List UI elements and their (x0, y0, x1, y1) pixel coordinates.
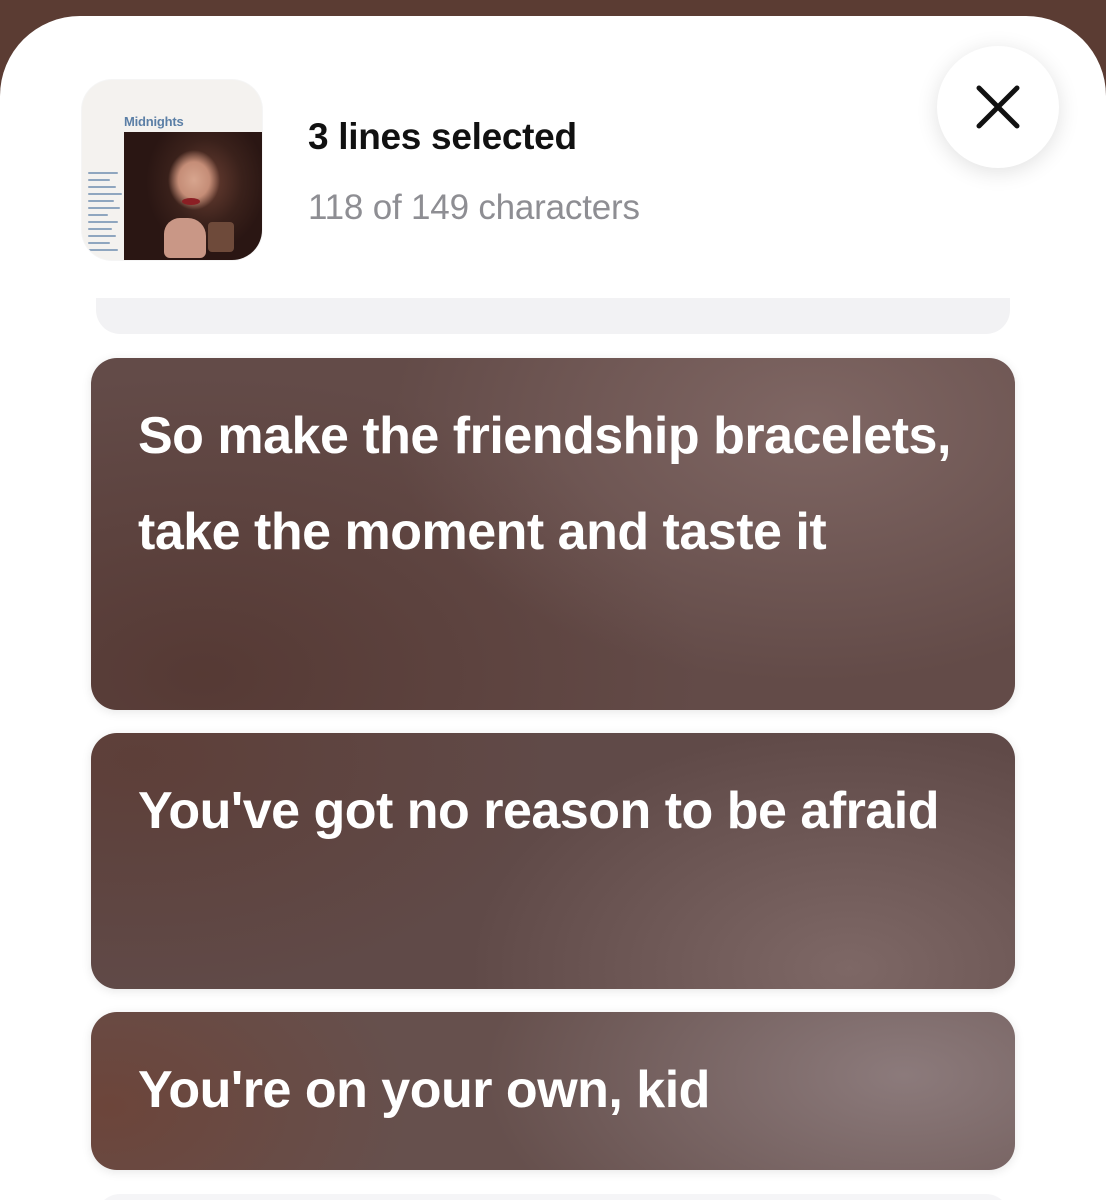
lyric-line-text: You're on your own, kid (138, 1061, 710, 1119)
album-artwork: Midnights (82, 80, 262, 260)
lyric-line-card[interactable]: You've got no reason to be afraid (91, 733, 1015, 989)
sheet-header: Midnights 3 lines selected 118 of 149 ch… (0, 16, 1106, 316)
character-count: 118 of 149 characters (308, 188, 640, 227)
close-button[interactable] (937, 46, 1059, 168)
share-sheet: Midnights 3 lines selected 118 of 149 ch… (0, 16, 1106, 1200)
album-artwork-title: Midnights (124, 114, 184, 129)
lyric-line-card[interactable]: You're on your own, kid (91, 1012, 1015, 1170)
next-lyric-card-peek (96, 1194, 1010, 1200)
album-tracklist-graphic (88, 172, 122, 256)
selection-title: 3 lines selected (308, 116, 577, 157)
lyric-line-text: So make the friendship bracelets, take t… (138, 407, 951, 561)
close-icon (976, 85, 1020, 129)
lyric-line-text: You've got no reason to be afraid (138, 782, 940, 840)
lyric-line-card[interactable]: So make the friendship bracelets, take t… (91, 358, 1015, 710)
previous-lyric-card-peek (96, 298, 1010, 334)
album-photo (124, 132, 262, 260)
